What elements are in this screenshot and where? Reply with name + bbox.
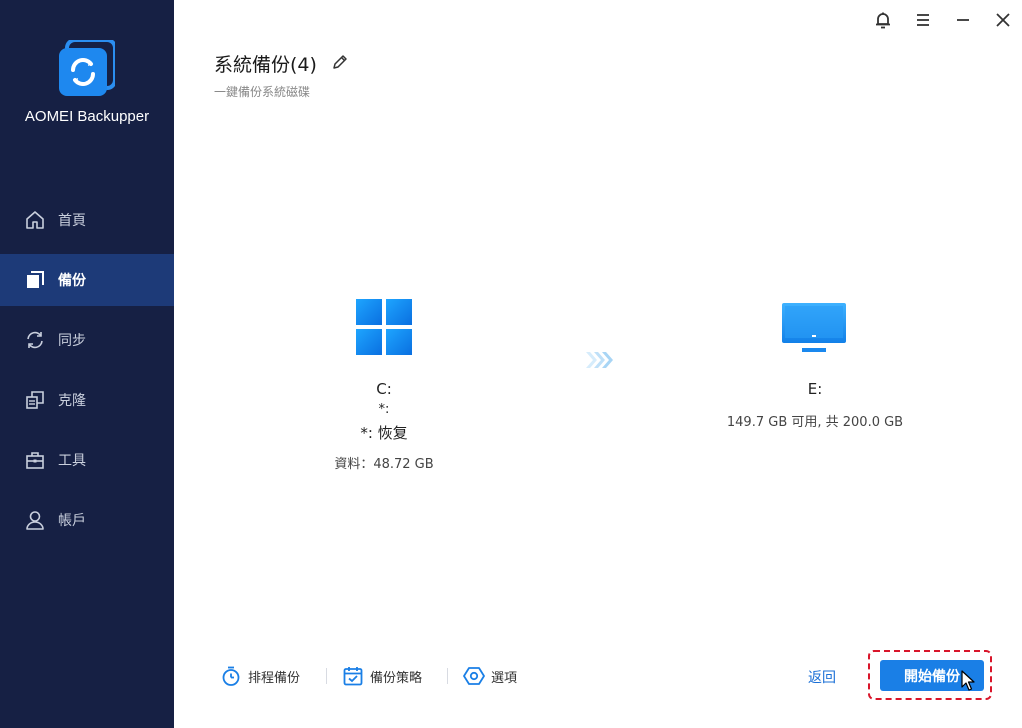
sync-icon bbox=[27, 331, 43, 349]
backup-scheme-button[interactable]: 備份策略 bbox=[342, 664, 422, 688]
home-icon bbox=[26, 211, 44, 229]
clone-icon bbox=[26, 391, 44, 409]
back-button[interactable]: 返回 bbox=[808, 667, 836, 687]
menu-icon[interactable] bbox=[911, 8, 935, 32]
sidebar-item-backup[interactable]: 備份 bbox=[0, 254, 174, 306]
sidebar-item-home[interactable]: 首頁 bbox=[0, 194, 174, 246]
toolbar-divider bbox=[326, 668, 327, 684]
sidebar-item-label: 工具 bbox=[58, 453, 86, 469]
options-label: 選項 bbox=[491, 670, 518, 686]
sidebar-item-tools[interactable]: 工具 bbox=[0, 434, 174, 486]
source-drive-name: C: bbox=[376, 380, 392, 398]
forward-arrows-icon bbox=[586, 352, 613, 368]
windows-icon[interactable] bbox=[356, 299, 412, 355]
sidebar-item-account[interactable]: 帳戶 bbox=[0, 494, 174, 546]
sidebar-item-sync[interactable]: 同步 bbox=[0, 314, 174, 366]
destination-free-space: 149.7 GB 可用, 共 200.0 GB bbox=[726, 415, 904, 430]
monitor-icon[interactable] bbox=[782, 303, 846, 355]
source-data-size: 資料：48.72 GB bbox=[334, 457, 434, 472]
user-icon bbox=[26, 511, 44, 530]
tools-icon bbox=[26, 452, 44, 469]
sidebar: AOMEI Backupper 首頁 備份 同步 克隆 工具 帳戶 bbox=[0, 0, 174, 728]
app-logo-icon bbox=[59, 40, 115, 96]
sidebar-item-label: 同步 bbox=[58, 333, 86, 349]
sidebar-item-label: 備份 bbox=[58, 273, 86, 289]
pencil-icon[interactable] bbox=[331, 53, 349, 71]
settings-hexagon-icon bbox=[463, 667, 485, 685]
sidebar-item-clone[interactable]: 克隆 bbox=[0, 374, 174, 426]
schedule-backup-label: 排程備份 bbox=[248, 670, 301, 686]
sidebar-item-label: 克隆 bbox=[58, 393, 86, 409]
mouse-cursor-icon bbox=[961, 670, 975, 691]
timer-icon bbox=[222, 666, 240, 686]
close-icon[interactable] bbox=[991, 8, 1015, 32]
page-title: 系統備份(4) bbox=[214, 54, 317, 76]
calendar-check-icon bbox=[343, 667, 363, 686]
backup-icon bbox=[27, 271, 44, 288]
schedule-backup-button[interactable]: 排程備份 bbox=[220, 664, 300, 688]
source-recovery-partition: *: 恢复 bbox=[360, 424, 408, 442]
bell-icon[interactable] bbox=[871, 8, 895, 32]
sidebar-item-label: 首頁 bbox=[58, 213, 86, 229]
destination-drive-name: E: bbox=[807, 380, 823, 398]
minimize-icon[interactable] bbox=[951, 8, 975, 32]
page-subtitle: 一鍵備份系統磁碟 bbox=[214, 85, 311, 99]
options-button[interactable]: 選項 bbox=[463, 664, 517, 688]
app-name: AOMEI Backupper bbox=[24, 108, 150, 125]
source-partition: *: bbox=[378, 402, 390, 417]
sidebar-item-label: 帳戶 bbox=[58, 513, 86, 529]
backup-scheme-label: 備份策略 bbox=[370, 670, 423, 686]
toolbar-divider bbox=[447, 668, 448, 684]
